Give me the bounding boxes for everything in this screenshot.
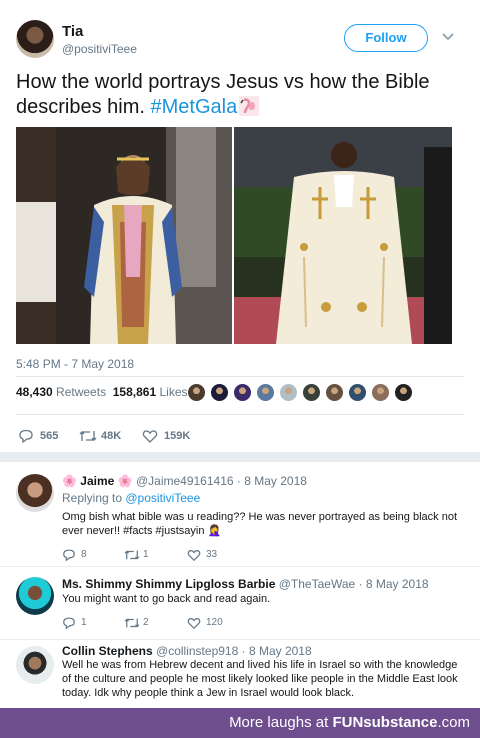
divider — [16, 376, 464, 377]
liker-avatar[interactable] — [325, 383, 344, 402]
footer-brand: FUNsubstance — [332, 714, 438, 731]
reply-date: · 8 May 2018 — [241, 644, 312, 658]
like-count: 33 — [206, 549, 218, 560]
reply-author-name: Jaime — [80, 474, 115, 488]
retweet-icon — [124, 550, 140, 560]
like-count: 159K — [164, 430, 191, 442]
flower-emoji-icon: 🌸 — [117, 474, 133, 488]
reply-count: 8 — [81, 549, 87, 560]
flamingo-emoji-icon — [239, 96, 260, 116]
watermark-footer: More laughs at FUNsubstance.com — [0, 708, 480, 738]
retweets-count[interactable]: 48,430 — [16, 385, 53, 399]
reply-icon — [63, 549, 75, 562]
reply-icon — [63, 617, 75, 630]
author-name[interactable]: Tia — [62, 23, 83, 40]
reply-item: Ms. Shimmy Shimmy Lipgloss Barbie @TheTa… — [0, 567, 480, 639]
reply-actions: 8 1 33 — [62, 548, 312, 562]
liker-avatar[interactable] — [302, 383, 321, 402]
retweets-label[interactable]: Retweets — [56, 385, 106, 399]
liker-avatar[interactable] — [279, 383, 298, 402]
heart-icon — [187, 550, 201, 562]
reply-handle: @TheTaeWae — [278, 577, 356, 591]
reply-actions: 1 2 120 — [62, 616, 312, 630]
flower-emoji-icon: 🌸 — [62, 474, 77, 488]
like-count: 120 — [206, 617, 223, 628]
photo-left[interactable] — [16, 127, 232, 344]
heart-icon — [187, 618, 201, 630]
reply-icon — [19, 429, 33, 444]
retweet-count: 1 — [143, 549, 149, 560]
liker-avatar[interactable] — [394, 383, 413, 402]
tweet-actions: 565 48K 159K — [16, 428, 316, 446]
section-gap — [0, 452, 480, 462]
replying-to: Replying to @positiviTeee — [62, 491, 200, 505]
tweet-stats: 48,430 Retweets 158,861 Likes — [16, 383, 464, 409]
reply-avatar[interactable] — [16, 577, 54, 615]
liker-avatar[interactable] — [233, 383, 252, 402]
footer-suffix: .com — [437, 714, 470, 731]
liker-avatar[interactable] — [371, 383, 390, 402]
reply-author-name: Ms. Shimmy Shimmy Lipgloss Barbie — [62, 577, 276, 591]
heart-icon — [142, 430, 158, 443]
photo-right[interactable] — [234, 127, 452, 344]
reply-text: Well he was from Hebrew decent and lived… — [62, 659, 458, 699]
reply-count: 565 — [40, 430, 59, 442]
replying-prefix: Replying to — [62, 491, 126, 505]
footer-text: More laughs at FUNsubstance.com — [229, 714, 470, 731]
chevron-down-icon[interactable] — [441, 30, 455, 44]
liker-avatar[interactable] — [210, 383, 229, 402]
reply-text: You might want to go back and read again… — [62, 593, 271, 605]
tweet-timestamp[interactable]: 5:48 PM - 7 May 2018 — [16, 357, 134, 371]
tweet-text: How the world portrays Jesus vs how the … — [16, 70, 464, 120]
tweet-photos — [16, 127, 452, 344]
retweet-count: 48K — [101, 430, 122, 442]
reply-handle: @collinstep918 — [156, 644, 239, 658]
reply-author[interactable]: 🌸 Jaime 🌸 @Jaime49161416 · 8 May 2018 — [62, 474, 307, 488]
author-handle[interactable]: @positiviTeee — [62, 42, 137, 56]
reply-author[interactable]: Ms. Shimmy Shimmy Lipgloss Barbie @TheTa… — [62, 577, 429, 591]
reply-handle: @Jaime49161416 — [135, 474, 234, 488]
reply-text: Omg bish what bible was u reading?? He w… — [62, 511, 458, 537]
author-avatar[interactable] — [16, 20, 54, 58]
retweet-icon — [124, 618, 140, 628]
reply-author-name: Collin Stephens — [62, 644, 153, 658]
follow-button[interactable]: Follow — [344, 24, 428, 52]
liker-avatar[interactable] — [256, 383, 275, 402]
divider — [16, 414, 464, 415]
reply-item: Collin Stephens @collinstep918 · 8 May 2… — [0, 640, 480, 708]
likes-count[interactable]: 158,861 — [113, 385, 156, 399]
footer-prefix: More laughs at — [229, 714, 333, 731]
reply-date: · 8 May 2018 — [358, 577, 429, 591]
reply-avatar[interactable] — [16, 646, 54, 684]
main-tweet: Tia @positiviTeee Follow How the world p… — [0, 0, 480, 452]
retweet-icon — [79, 431, 97, 441]
reply-count: 1 — [81, 617, 87, 628]
retweet-count: 2 — [143, 617, 149, 628]
likes-label[interactable]: Likes — [159, 385, 187, 399]
reply-author[interactable]: Collin Stephens @collinstep918 · 8 May 2… — [62, 644, 312, 658]
reply-date: · 8 May 2018 — [236, 474, 307, 488]
hashtag-link[interactable]: #MetGala — [151, 96, 238, 118]
replying-to-link[interactable]: @positiviTeee — [125, 491, 200, 505]
reply-item: 🌸 Jaime 🌸 @Jaime49161416 · 8 May 2018 Re… — [0, 462, 480, 566]
liker-avatar[interactable] — [187, 383, 206, 402]
reply-avatar[interactable] — [16, 474, 54, 512]
tweet-header: Tia @positiviTeee Follow — [16, 20, 466, 60]
liker-avatar[interactable] — [348, 383, 367, 402]
